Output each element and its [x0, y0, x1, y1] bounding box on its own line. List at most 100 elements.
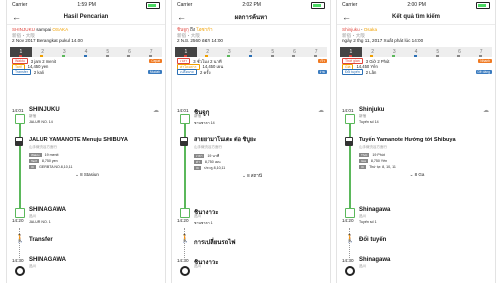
route-header: ชินจูกุ ถึง โอซาก้า 新宿・大阪 2 พ.ย. 2560 ออ…: [172, 25, 330, 45]
station-kana: 品川: [194, 264, 202, 268]
tab-indicator: [270, 54, 274, 57]
cloud-icon: ☁: [318, 108, 324, 114]
clock: 1:59 PM: [77, 2, 96, 8]
segment-info-label: ค่า: [194, 160, 202, 164]
tab-route-5[interactable]: 5: [97, 47, 119, 57]
station-name: Shinagawa: [359, 257, 391, 263]
battery-icon: [476, 1, 490, 9]
battery-icon: [311, 1, 325, 9]
summary-tag: Đổi tuyến: [342, 69, 363, 76]
tab-route-7[interactable]: 7: [470, 47, 492, 57]
tab-route-3[interactable]: 3: [218, 47, 240, 57]
destination-station: โอซาก้า: [196, 27, 213, 32]
tab-route-4[interactable]: 4: [405, 47, 427, 57]
tab-route-4[interactable]: 4: [75, 47, 97, 57]
tab-route-6[interactable]: 6: [449, 47, 471, 57]
carrier-label: Carrier: [12, 2, 28, 8]
tab-indicator: [479, 54, 482, 57]
route-tabs: 1234567: [340, 46, 492, 57]
tab-route-1[interactable]: 1: [175, 46, 197, 57]
segment-info-label: IC: [194, 166, 202, 170]
tab-route-1[interactable]: 1: [10, 46, 32, 57]
page-title: ผลการค้นหา: [234, 15, 268, 21]
platform-label: JALUR NO. 14: [29, 120, 53, 124]
segment-info-row: Tarif 8,750 yen: [29, 159, 58, 163]
station-circle-icon: [345, 266, 355, 276]
segment-info-value: 19 Phút: [372, 153, 385, 157]
back-arrow-icon[interactable]: ←: [12, 12, 21, 22]
route-tabs: 1234567: [10, 46, 162, 57]
tab-route-7[interactable]: 7: [140, 47, 162, 57]
transfer-label: การเปลี่ยนรถไฟ: [194, 240, 236, 246]
summary-badge: Nhanh: [478, 58, 492, 63]
tab-route-3[interactable]: 3: [383, 47, 405, 57]
station-kana: 品川: [29, 214, 37, 218]
origin-station: ชินจูกุ: [177, 27, 189, 32]
tab-indicator: [392, 54, 396, 57]
stations-toggle[interactable]: ⌄ 8 Stasiun: [7, 172, 165, 178]
summary-row: เปลี่ยนรถ 2 ครั้ง ง่าย: [172, 69, 330, 76]
train-line-name: JALUR YAMANOTE Menuju SHIBUYA: [29, 137, 128, 143]
departure-date: 2 พ.ย. 2560 ออก 14:00: [177, 38, 223, 43]
segment-info-row: IC ประตู 8,10,11: [194, 165, 225, 171]
walking-person-icon: 🚶: [15, 234, 25, 243]
segment-info-label: Tarif: [29, 159, 39, 163]
tab-route-7[interactable]: 7: [305, 47, 327, 57]
transfer-label: Đổi tuyến: [359, 237, 387, 243]
page-title: Kết quả tìm kiếm: [391, 14, 440, 20]
tab-route-6[interactable]: 6: [119, 47, 141, 57]
station-kana: 品川: [194, 214, 202, 218]
train-line-kana: 山手線渋谷方面行: [359, 145, 387, 149]
tab-indicator: [435, 54, 439, 57]
route-header: SHINJUKU sampai OSAKA 新宿・大阪 2 Nov 2017 B…: [7, 25, 165, 45]
route-line: [19, 115, 21, 210]
tab-route-1[interactable]: 1: [340, 46, 362, 57]
tab-route-6[interactable]: 6: [284, 47, 306, 57]
nav-bar: ← ผลการค้นหา: [172, 10, 330, 25]
station-name: SHINAGAWA: [29, 207, 67, 213]
segment-info-value: ประตู 8,10,11: [204, 166, 226, 170]
train-icon: [15, 137, 23, 146]
summary-row: Đổi tuyến 2 Lần Dễ dàng: [337, 69, 495, 76]
summary-tag: เปลี่ยนรถ: [177, 69, 198, 76]
clock: 2:02 PM: [242, 2, 261, 8]
stop-time: 14:20: [12, 218, 24, 223]
destination-station: Osaka: [363, 27, 377, 32]
summary-badge: Cepat: [149, 58, 162, 63]
tab-indicator: [248, 54, 252, 57]
summary-badge: ง่าย: [317, 69, 327, 74]
tab-indicator: [457, 54, 461, 57]
train-line-kana: 山手線渋谷方面行: [29, 145, 57, 149]
tab-route-3[interactable]: 3: [53, 47, 75, 57]
station-name: Shinagawa: [359, 207, 391, 213]
platform-label: Tuyến số 1: [359, 220, 377, 224]
segment-info-label: Giá: [359, 159, 368, 163]
stations-toggle[interactable]: ⌄ 8 Ga: [337, 172, 495, 178]
tab-route-2[interactable]: 2: [197, 47, 219, 57]
route-line: [184, 115, 186, 210]
tab-route-2[interactable]: 2: [362, 47, 384, 57]
origin-station: Shinjuku: [342, 27, 360, 32]
station-name: Shinjuku: [359, 107, 385, 113]
segment-info-value: 19 menit: [44, 153, 59, 157]
walking-person-icon: 🚶: [180, 234, 190, 243]
segment-info-row: Thời 19 Phút: [359, 153, 385, 157]
tab-route-5[interactable]: 5: [427, 47, 449, 57]
station-kana: 新宿: [29, 114, 37, 118]
tab-route-4[interactable]: 4: [240, 47, 262, 57]
clock: 2:00 PM: [407, 2, 426, 8]
platform-label: Tuyến số 14: [359, 120, 379, 124]
tab-route-5[interactable]: 5: [262, 47, 284, 57]
tab-indicator: [370, 54, 374, 57]
tab-route-2[interactable]: 2: [32, 47, 54, 57]
stations-toggle[interactable]: ⌄ 8 สถานี: [172, 172, 330, 179]
train-icon: [180, 137, 188, 146]
segment-info-label: Thời: [359, 153, 370, 157]
back-arrow-icon[interactable]: ←: [342, 12, 351, 22]
segment-info-row: IC Thứ tự: 8, 10, 11: [359, 165, 396, 169]
station-kana: 品川: [359, 264, 367, 268]
back-arrow-icon[interactable]: ←: [177, 12, 186, 22]
station-circle-icon: [15, 266, 25, 276]
summary-tag: Transfer: [12, 69, 31, 76]
tab-indicator: [40, 54, 44, 57]
